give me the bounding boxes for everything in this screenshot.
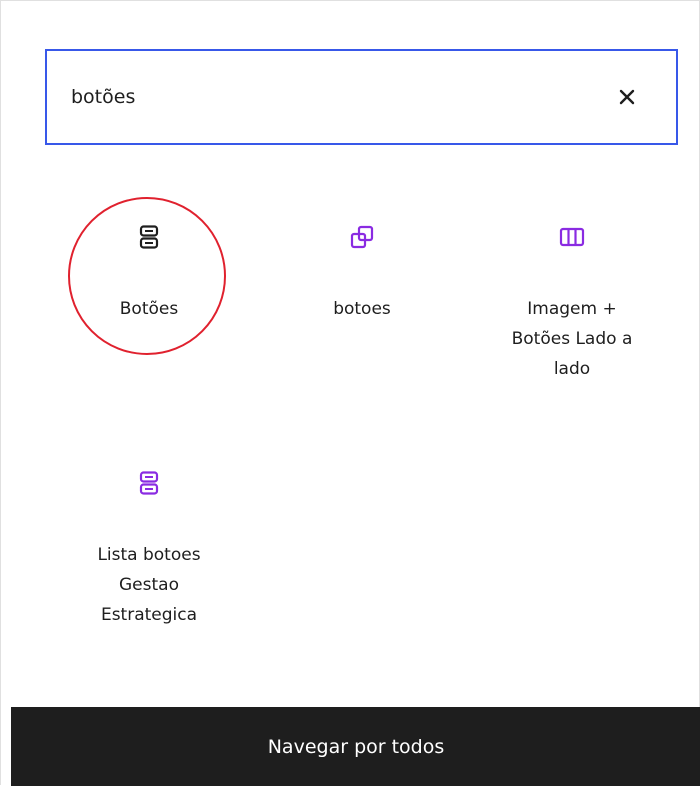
browse-all-button[interactable]: Navegar por todos (11, 707, 700, 786)
buttons-icon (139, 471, 159, 495)
block-item-lista-botoes[interactable]: Lista botoes Gestao Estrategica (54, 469, 244, 630)
block-item-botoes-reusable[interactable]: botoes (267, 223, 457, 324)
block-item-label: botoes (333, 299, 391, 319)
clear-search-button[interactable] (612, 82, 642, 112)
block-inserter-panel: Botões botoes Imagem + Botões Lado a lad… (0, 0, 700, 786)
block-item-label: Lista botoes Gestao Estrategica (97, 545, 201, 625)
columns-icon (559, 227, 585, 247)
search-box[interactable] (45, 49, 678, 145)
block-item-imagem-botoes[interactable]: Imagem + Botões Lado a lado (477, 223, 667, 384)
block-item-label: Botões (119, 299, 179, 319)
block-item-label: Imagem + Botões Lado a lado (511, 299, 633, 379)
buttons-icon (139, 225, 159, 249)
reusable-block-icon (350, 225, 374, 249)
search-input[interactable] (71, 51, 591, 143)
browse-all-label: Navegar por todos (267, 735, 445, 758)
block-item-botoes[interactable]: Botões (54, 223, 244, 324)
close-icon (619, 89, 635, 105)
